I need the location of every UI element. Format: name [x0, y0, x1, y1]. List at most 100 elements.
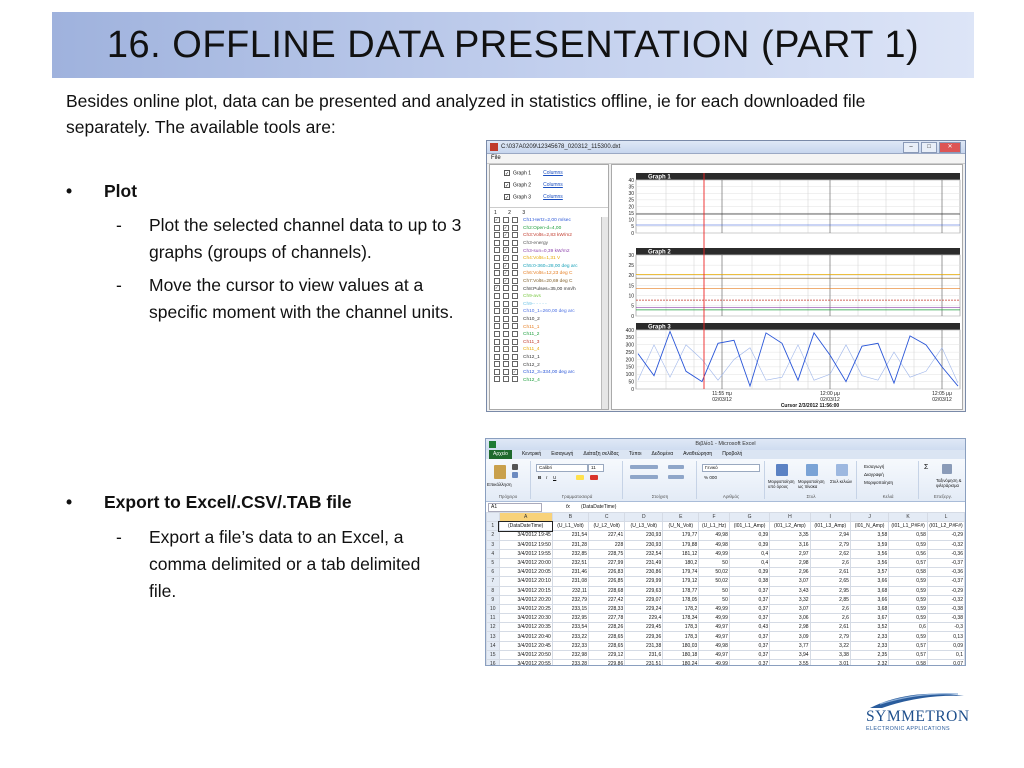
cell[interactable]: 230,93	[624, 530, 664, 541]
cell[interactable]: 178,77	[662, 585, 700, 596]
cell[interactable]: 0,59	[888, 613, 928, 624]
cell[interactable]: 226,83	[588, 567, 626, 578]
cell[interactable]: 180,03	[662, 640, 700, 651]
minimize-button[interactable]: –	[903, 142, 919, 153]
cell[interactable]: 49,99	[698, 613, 730, 624]
cell[interactable]: 180,24	[662, 658, 700, 665]
cell[interactable]: 0,37	[728, 603, 771, 615]
sort-filter-label[interactable]: Ταξινόμηση & φιλτράρισμα	[936, 478, 965, 488]
cell[interactable]: 3/4/2012 20:15	[498, 585, 553, 596]
channel-graph1-checkbox[interactable]	[494, 232, 500, 239]
cell[interactable]: 0,43	[728, 622, 771, 633]
cell[interactable]: (I01_L3_Amp)	[809, 521, 851, 532]
channel-row[interactable]: Ch12_1	[490, 353, 604, 362]
cell[interactable]: 0,09	[926, 640, 965, 651]
cell[interactable]: 232,98	[551, 649, 590, 661]
cell[interactable]: 3,59	[849, 539, 890, 550]
align-top-icon[interactable]	[630, 465, 658, 469]
row-number[interactable]: 15	[486, 649, 500, 661]
cell[interactable]: 2,95	[809, 585, 851, 596]
channel-graph2-checkbox[interactable]: ✓	[503, 308, 509, 315]
channel-row[interactable]: Ch12_2	[490, 361, 604, 369]
cell[interactable]: (U_L2_Volt)	[588, 521, 626, 532]
channel-graph3-checkbox[interactable]	[512, 247, 518, 254]
cell[interactable]: -0,37	[926, 576, 965, 587]
merge-icon[interactable]	[668, 475, 684, 479]
align-left-icon[interactable]	[630, 475, 658, 479]
cell[interactable]: 3,16	[769, 539, 811, 550]
channel-graph1-checkbox[interactable]	[494, 300, 500, 307]
cell[interactable]: 229,4	[624, 613, 664, 624]
column-header[interactable]: G	[728, 511, 771, 523]
cell[interactable]: 178,34	[662, 613, 700, 624]
column-header[interactable]: E	[662, 511, 700, 523]
cell[interactable]: 0,4	[728, 548, 771, 559]
cell[interactable]: 3,35	[769, 530, 811, 541]
cell-styles-icon[interactable]	[836, 464, 848, 476]
cell[interactable]: 3,38	[809, 649, 851, 661]
cell[interactable]: 233,28	[551, 658, 590, 665]
cell[interactable]: 178,05	[662, 594, 700, 605]
cell[interactable]: 3,55	[769, 658, 811, 665]
cell[interactable]: 2,35	[849, 649, 890, 661]
cell[interactable]: (I01_L1_Amp)	[728, 521, 771, 532]
plot-app-titlebar[interactable]: C:\037A0209\12345678_020312_115300.dxt –…	[487, 141, 965, 154]
cell[interactable]: -0,29	[926, 585, 965, 596]
channel-graph3-checkbox[interactable]	[512, 232, 518, 239]
cell[interactable]: 228,68	[588, 585, 626, 596]
cell[interactable]: 2,98	[769, 557, 811, 569]
cell[interactable]: 3,67	[849, 613, 890, 624]
ribbon-tab[interactable]: Κεντρική	[522, 450, 541, 459]
cell[interactable]: 228,65	[588, 640, 626, 651]
cell[interactable]: 228	[588, 539, 626, 550]
cell[interactable]: 232,51	[551, 557, 590, 569]
row-number[interactable]: 9	[486, 594, 500, 605]
channel-graph3-checkbox[interactable]	[512, 262, 518, 269]
channel-graph1-checkbox[interactable]	[494, 330, 500, 337]
cell[interactable]: 2,6	[809, 603, 851, 615]
cell[interactable]: 3/4/2012 20:10	[498, 576, 553, 587]
cell[interactable]: 179,77	[662, 530, 700, 541]
cell[interactable]: -0,29	[926, 530, 965, 541]
cell[interactable]: 3/4/2012 20:50	[498, 649, 553, 661]
cell[interactable]: 0,56	[888, 548, 928, 559]
cell[interactable]: 3,66	[849, 576, 890, 587]
cell[interactable]: 2,6	[809, 613, 851, 624]
channel-graph3-checkbox[interactable]: ✓	[512, 368, 518, 375]
channel-graph2-checkbox[interactable]	[503, 376, 509, 383]
cell[interactable]: 2,61	[809, 622, 851, 633]
channel-graph3-checkbox[interactable]	[512, 346, 518, 353]
cell[interactable]: (U_L3_Volt)	[624, 521, 664, 532]
cell[interactable]: 50	[698, 585, 730, 596]
cell[interactable]: 0,37	[728, 631, 771, 642]
excel-titlebar[interactable]: Βιβλίο1 - Microsoft Excel	[486, 439, 965, 450]
channel-graph1-checkbox[interactable]	[494, 323, 500, 330]
channel-graph3-checkbox[interactable]	[512, 277, 518, 284]
cell[interactable]: 50	[698, 557, 730, 569]
underline-button[interactable]: U	[553, 475, 556, 480]
cell[interactable]: 0,37	[728, 658, 771, 665]
cell[interactable]: 3/4/2012 20:00	[498, 557, 553, 569]
column-header[interactable]: B	[551, 511, 590, 523]
name-box[interactable]: A1	[488, 503, 542, 512]
column-header[interactable]: D	[624, 511, 664, 523]
cell[interactable]: 3,77	[769, 640, 811, 651]
cell[interactable]: 2,33	[849, 631, 890, 642]
channel-graph3-checkbox[interactable]	[512, 353, 518, 360]
row-number[interactable]: 1	[486, 521, 500, 532]
channel-row[interactable]: Ch9-- - - - -	[490, 300, 604, 309]
cell[interactable]: 3,07	[769, 576, 811, 587]
cell[interactable]: -0,37	[926, 557, 965, 569]
channel-graph3-checkbox[interactable]	[512, 292, 518, 299]
formula-input[interactable]: (DataDateTime)	[581, 502, 616, 512]
menu-file[interactable]: File	[491, 155, 501, 161]
ribbon-tab[interactable]: Διάταξη σελίδας	[583, 450, 619, 459]
channel-graph2-checkbox[interactable]: ✓	[503, 262, 509, 269]
cell[interactable]: 0,37	[728, 649, 771, 661]
row-number[interactable]: 2	[486, 530, 500, 541]
cell[interactable]: 2,79	[809, 631, 851, 642]
channel-graph2-checkbox[interactable]: ✓	[503, 254, 509, 261]
channel-graph2-checkbox[interactable]	[503, 353, 509, 360]
channel-graph2-checkbox[interactable]	[503, 292, 509, 299]
channel-graph1-checkbox[interactable]	[494, 277, 500, 284]
